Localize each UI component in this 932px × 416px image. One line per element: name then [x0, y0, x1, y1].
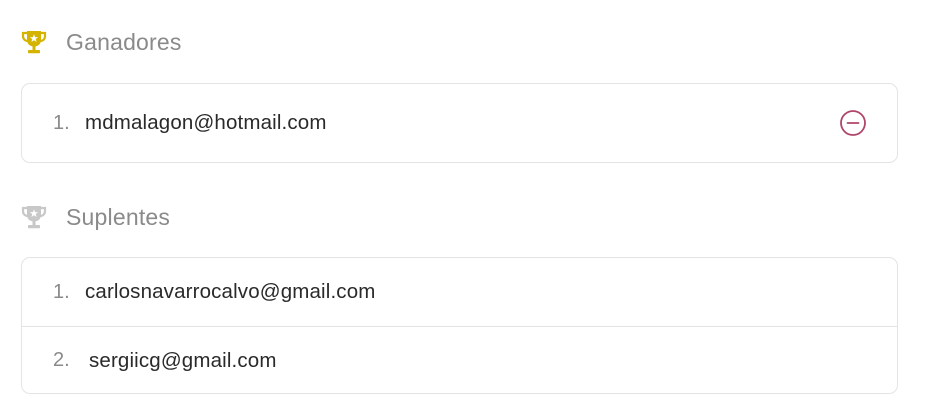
item-number: 2. [53, 349, 70, 371]
raffle-results: Ganadores 1. mdmalagon@hotmail.com Suple… [0, 0, 932, 416]
winners-list: 1. mdmalagon@hotmail.com [21, 83, 898, 163]
minus-circle-icon [840, 110, 866, 136]
trophy-icon [20, 28, 48, 56]
winners-title: Ganadores [66, 28, 182, 55]
substitutes-list: 1. carlosnavarrocalvo@gmail.com 2. sergi… [21, 257, 898, 394]
item-email: mdmalagon@hotmail.com [85, 111, 327, 134]
remove-winner-button[interactable] [839, 109, 867, 137]
item-number: 1. [53, 111, 70, 134]
substitutes-header: Suplentes [20, 202, 170, 232]
item-email: carlosnavarrocalvo@gmail.com [85, 280, 376, 303]
list-item: 2. sergiicg@gmail.com [22, 326, 897, 394]
list-item: 1. carlosnavarrocalvo@gmail.com [22, 258, 897, 326]
item-email: sergiicg@gmail.com [89, 348, 277, 372]
winners-header: Ganadores [20, 27, 182, 57]
item-number: 1. [53, 280, 70, 303]
substitutes-title: Suplentes [66, 203, 171, 230]
list-item: 1. mdmalagon@hotmail.com [22, 84, 897, 162]
trophy-icon [20, 203, 48, 231]
